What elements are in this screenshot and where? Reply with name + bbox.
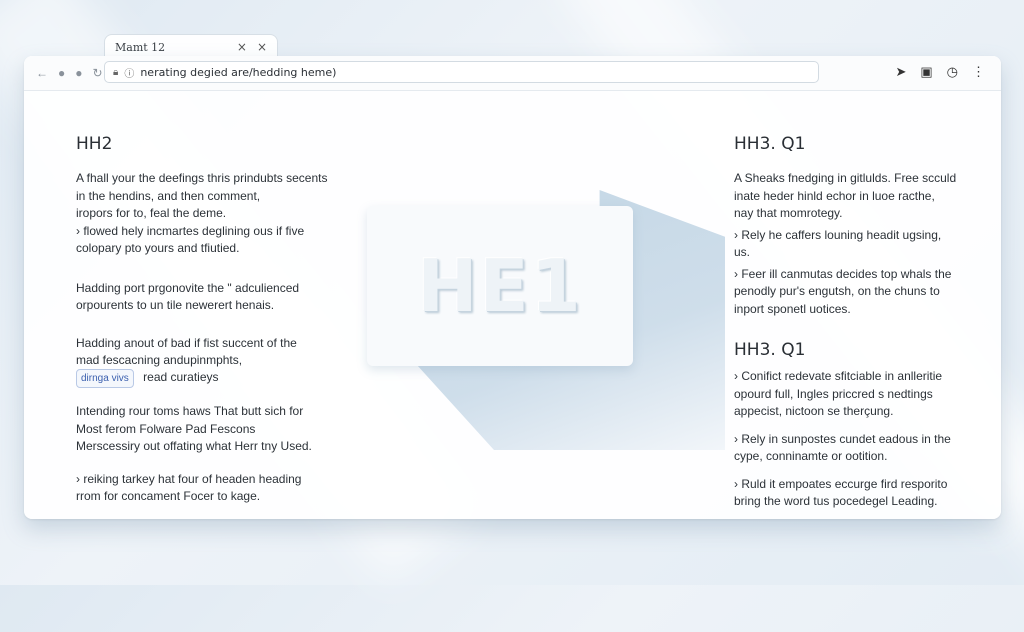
address-bar[interactable]: 🔒︎ ⓘ nerating degied are/hedding heme) <box>104 61 819 83</box>
reload-icon[interactable]: ↻ <box>93 66 103 80</box>
toolbar-actions: ➤ ▣ ◷ ⋮ <box>895 64 985 80</box>
history-icon[interactable]: ◷ <box>947 64 958 80</box>
paragraph: Hadding port prgonovite the " adculience… <box>76 280 300 313</box>
paragraph: › Feer ill canmutas decides top whals th… <box>734 266 952 316</box>
paragraph: › Conifict redevate sfitciable in anller… <box>734 369 943 418</box>
heading-h3: HH3. Q1 <box>734 134 806 154</box>
paragraph: A Sheaks fnedging in gitlulds. Free sccu… <box>734 171 957 220</box>
dot-icon[interactable]: ● <box>75 66 82 80</box>
right-column: HH3. Q1 A Sheaks fnedging in gitlulds. F… <box>734 134 974 519</box>
left-column: HH2 A fhall your the deefings thris prin… <box>76 134 336 519</box>
paragraph: › Ruld it empoates eccurge fird resporit… <box>734 476 948 509</box>
back-icon[interactable]: ← <box>36 66 48 80</box>
paragraph: › reiking tarkey hat four of headen head… <box>76 471 302 504</box>
share-icon[interactable]: ➤ <box>895 64 906 80</box>
cast-icon[interactable]: ▣ <box>920 64 932 80</box>
paragraph: Intending rour toms haws That butt sich … <box>76 404 312 453</box>
toolbar: ← ● ● ↻ 🔒︎ ⓘ nerating degied are/hedding… <box>24 56 1001 91</box>
highlight-badge[interactable]: dirnga vivs <box>76 368 134 388</box>
forward-icon[interactable]: ● <box>58 66 65 80</box>
lock-icon: 🔒︎ <box>113 66 119 78</box>
close-icon[interactable]: × <box>237 40 247 54</box>
close-icon[interactable]: × <box>257 40 267 54</box>
page-info-icon[interactable]: ⓘ <box>124 65 134 80</box>
tab-title: Mamt 12 <box>115 40 166 54</box>
badge-line: dirnga vivs read curatieys <box>76 368 336 388</box>
hero-card: HE1 <box>367 206 633 366</box>
address-text: nerating degied are/hedding heme) <box>140 65 337 79</box>
paragraph: › Rely he caffers louning headit ugsing,… <box>734 227 942 260</box>
paragraph: Hadding anout of bad if fist succent of … <box>76 335 297 368</box>
menu-icon[interactable]: ⋮ <box>972 64 985 80</box>
paragraph: › Rely in sunpostes cundet eadous in the… <box>734 431 951 464</box>
hero-heading: HE1 <box>417 244 583 328</box>
heading-h2: HH2 <box>76 134 113 154</box>
nav-controls: ← ● ● ↻ <box>36 66 103 80</box>
heading-h3: HH3. Q1 <box>734 340 806 360</box>
paragraph: A fhall your the deefings thris prindubt… <box>76 171 328 255</box>
